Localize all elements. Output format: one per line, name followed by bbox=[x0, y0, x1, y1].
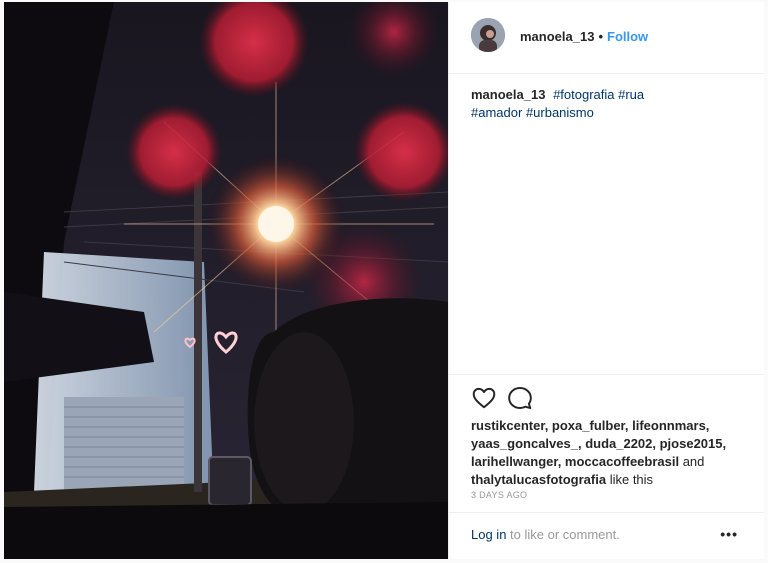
hashtag-link[interactable]: #amador bbox=[471, 105, 522, 120]
header-user-line: manoela_13 • Follow bbox=[520, 28, 648, 46]
night-street-photo bbox=[4, 2, 448, 559]
action-bar bbox=[449, 374, 764, 415]
login-link[interactable]: Log in bbox=[471, 527, 506, 542]
post-header: manoela_13 • Follow bbox=[449, 2, 764, 74]
post-sidebar: manoela_13 • Follow manoela_13 #fotografia… bbox=[448, 2, 764, 559]
likers-list[interactable]: yaas_goncalves_, duda_2202, pjose2015, bbox=[471, 436, 726, 451]
hashtag-link[interactable]: #rua bbox=[618, 87, 644, 102]
like-this-text: like this bbox=[606, 472, 654, 487]
hashtag-link[interactable]: #fotografia bbox=[553, 87, 614, 102]
ellipsis-icon[interactable]: ••• bbox=[720, 526, 738, 542]
caption-username[interactable]: manoela_13 bbox=[471, 87, 545, 102]
instagram-post-embed: manoela_13 • Follow manoela_13 #fotografia… bbox=[0, 0, 768, 563]
login-prompt: Log in to like or comment. bbox=[471, 526, 620, 544]
login-rest-text: to like or comment. bbox=[506, 527, 620, 542]
speech-bubble-icon[interactable] bbox=[507, 385, 533, 411]
avatar[interactable] bbox=[471, 18, 505, 52]
likers-list[interactable]: thalytalucasfotografia bbox=[471, 472, 606, 487]
profile-picture bbox=[471, 18, 505, 52]
likers-list[interactable]: larihellwanger, moccacoffeebrasil bbox=[471, 454, 679, 469]
heart-outline-icon[interactable] bbox=[471, 385, 497, 411]
likes-section: rustikcenter, poxa_fulber, lifeonnmars, … bbox=[471, 417, 751, 489]
post-photo[interactable] bbox=[4, 2, 448, 559]
and-text: and bbox=[679, 454, 705, 469]
separator-dot: • bbox=[598, 29, 603, 44]
username-link[interactable]: manoela_13 bbox=[520, 29, 594, 44]
post-footer: Log in to like or comment. ••• bbox=[449, 512, 764, 559]
hashtag-link[interactable]: #urbanismo bbox=[526, 105, 594, 120]
follow-button[interactable]: Follow bbox=[607, 29, 648, 44]
post-timestamp[interactable]: 3 DAYS AGO bbox=[471, 490, 527, 500]
post-caption: manoela_13 #fotografia #rua #amador #urb… bbox=[471, 86, 741, 122]
likers-list[interactable]: rustikcenter, poxa_fulber, lifeonnmars, bbox=[471, 418, 709, 433]
